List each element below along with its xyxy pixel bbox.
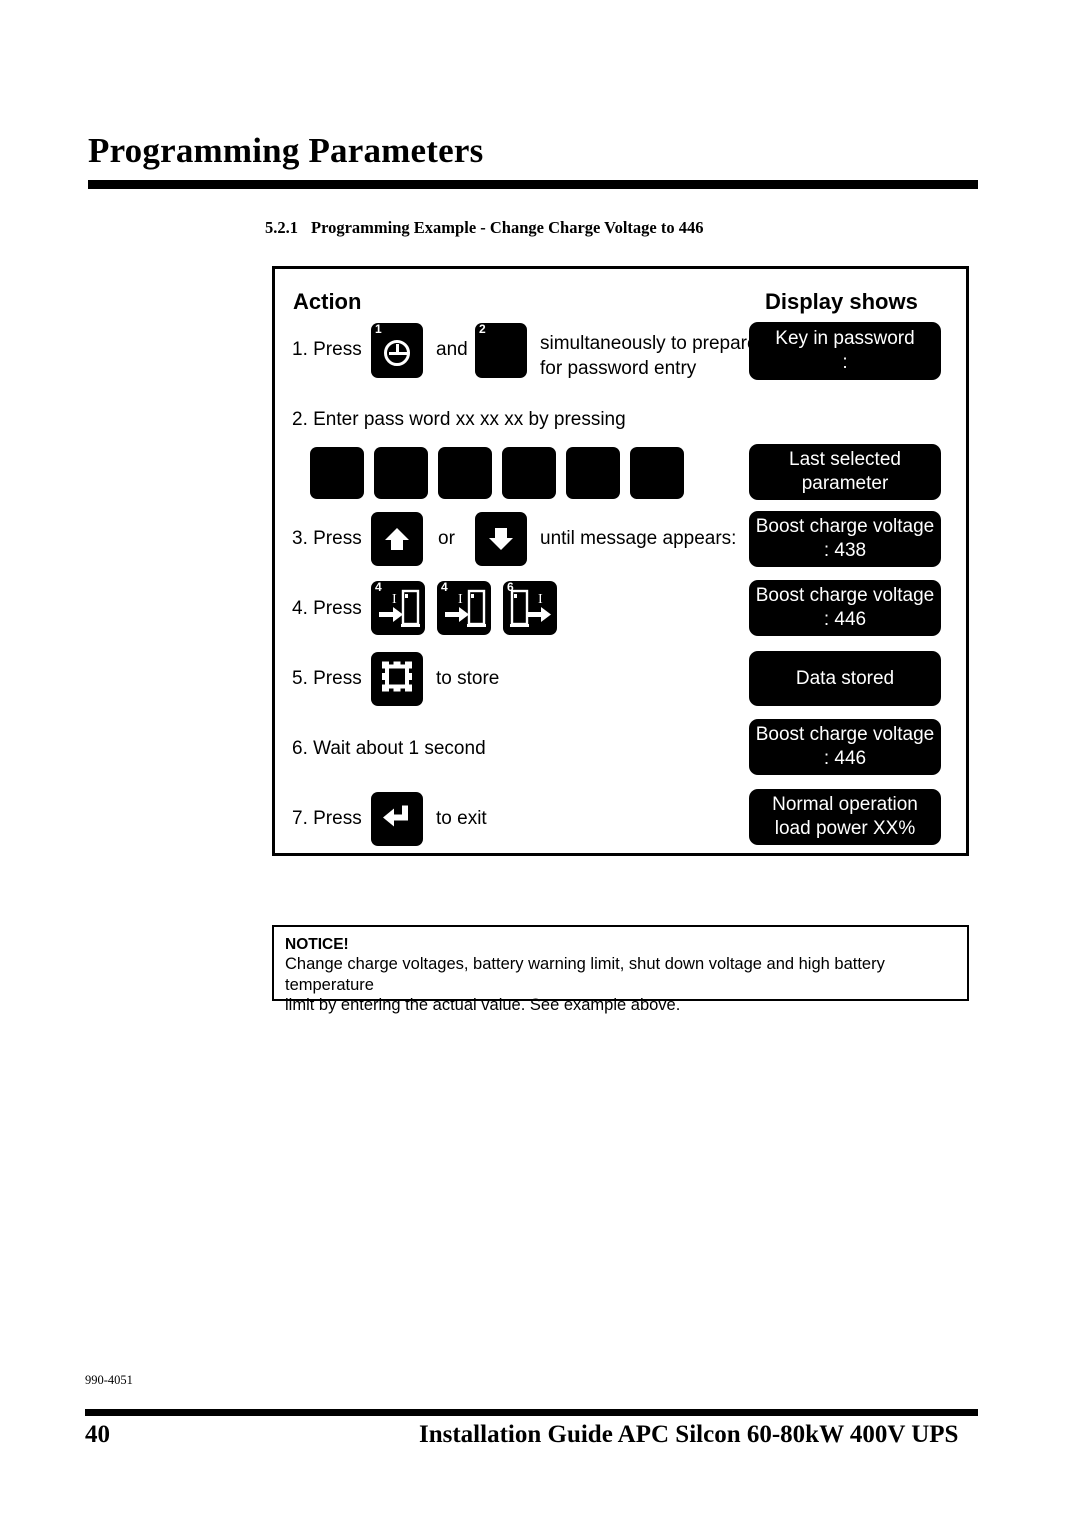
notice-line-2: limit by entering the actual value. See … [285, 996, 681, 1014]
notice-box: NOTICE! Change charge voltages, battery … [272, 925, 969, 1014]
display-box-4: Boost charge voltage : 446 [749, 580, 941, 636]
step-1-tail-line-1: simultaneously to prepare [540, 333, 758, 354]
key-store-button[interactable] [371, 652, 423, 706]
footer-divider [85, 1409, 978, 1416]
title-divider [88, 180, 978, 189]
step-1-tail-line-2: for password entry [540, 358, 697, 379]
arrow-up-icon [383, 525, 411, 553]
document-code: 990-4051 [85, 1373, 133, 1387]
display-line-2: : 446 [823, 748, 867, 769]
notice-line-1: Change charge voltages, battery warning … [285, 955, 885, 994]
step-1-label: 1. Press [292, 339, 362, 360]
display-box-3: Boost charge voltage : 438 [749, 511, 941, 567]
key-password-1[interactable] [310, 447, 364, 499]
arrow-down-icon [487, 525, 515, 553]
key-superscript: 1 [375, 322, 382, 336]
key-superscript: 2 [479, 322, 486, 336]
display-line-2: : [842, 352, 848, 373]
step-5-label: 5. Press [292, 668, 362, 689]
column-header-action: Action [293, 289, 362, 314]
key-arrow-down-button[interactable] [475, 512, 527, 566]
svg-text:I: I [458, 592, 463, 607]
key-arrow-up-button[interactable] [371, 512, 423, 566]
display-line-1: Key in password [775, 328, 915, 349]
footer-title: Installation Guide APC Silcon 60-80kW 40… [419, 1421, 959, 1448]
step-3-tail-text: until message appears: [540, 528, 737, 549]
key-password-3[interactable] [438, 447, 492, 499]
key-enter-button[interactable] [371, 792, 423, 846]
display-line-2: load power XX% [774, 818, 916, 839]
step-3-label: 3. Press [292, 528, 362, 549]
display-box-2: Last selected parameter [749, 444, 941, 500]
section-heading: 5.2.1 Programming Example - Change Charge… [265, 218, 703, 238]
key-cabinet-out-button[interactable]: 6 I [503, 581, 557, 635]
display-line-2: : 446 [823, 609, 867, 630]
column-header-display: Display shows [765, 289, 918, 314]
display-line-1: Last selected [789, 449, 901, 470]
key-password-2[interactable] [374, 447, 428, 499]
step-5-tail-text: to store [436, 668, 500, 689]
svg-text:I: I [538, 592, 543, 607]
enter-icon [381, 803, 413, 838]
store-icon [381, 661, 413, 698]
clock-icon [384, 339, 410, 366]
display-line-1: Data stored [795, 667, 895, 689]
svg-text:I: I [392, 592, 397, 607]
step-4-label: 4. Press [292, 598, 362, 619]
key-password-4[interactable] [502, 447, 556, 499]
key-password-6[interactable] [630, 447, 684, 499]
step-2-label: 2. Enter pass word xx xx xx by pressing [292, 409, 626, 430]
step-7-label: 7. Press [292, 808, 362, 829]
page-number: 40 [85, 1421, 110, 1448]
display-box-7: Normal operation load power XX% [749, 789, 941, 845]
procedure-table: Action Display shows 1. Press 1 and 2 si… [272, 266, 969, 856]
key-password-5[interactable] [566, 447, 620, 499]
step-3-mid-text: or [438, 528, 455, 549]
key-cabinet-in-button-1[interactable]: 4 I [371, 581, 425, 635]
cabinet-in-icon: I [371, 581, 425, 635]
display-line-1: Normal operation [772, 794, 918, 815]
display-line-1: Boost charge voltage [755, 724, 935, 745]
step-1-mid-text: and [436, 339, 468, 360]
display-line-2: parameter [801, 473, 889, 494]
notice-title: NOTICE! [285, 936, 349, 953]
cabinet-in-icon: I [437, 581, 491, 635]
display-line-2: : 438 [823, 540, 867, 561]
display-box-5: Data stored [749, 651, 941, 706]
step-7-tail-text: to exit [436, 808, 487, 829]
step-6-label: 6. Wait about 1 second [292, 738, 486, 759]
display-box-6: Boost charge voltage : 446 [749, 719, 941, 775]
key-blank-button-2[interactable]: 2 [475, 323, 527, 378]
section-number: 5.2.1 [265, 218, 298, 237]
cabinet-out-icon: I [503, 581, 557, 635]
key-cabinet-in-button-2[interactable]: 4 I [437, 581, 491, 635]
key-clock-button[interactable]: 1 [371, 323, 423, 378]
display-line-1: Boost charge voltage [755, 516, 935, 537]
display-line-1: Boost charge voltage [755, 585, 935, 606]
display-box-1: Key in password : [749, 322, 941, 380]
page-title: Programming Parameters [88, 131, 484, 170]
section-title: Programming Example - Change Charge Volt… [311, 218, 704, 237]
